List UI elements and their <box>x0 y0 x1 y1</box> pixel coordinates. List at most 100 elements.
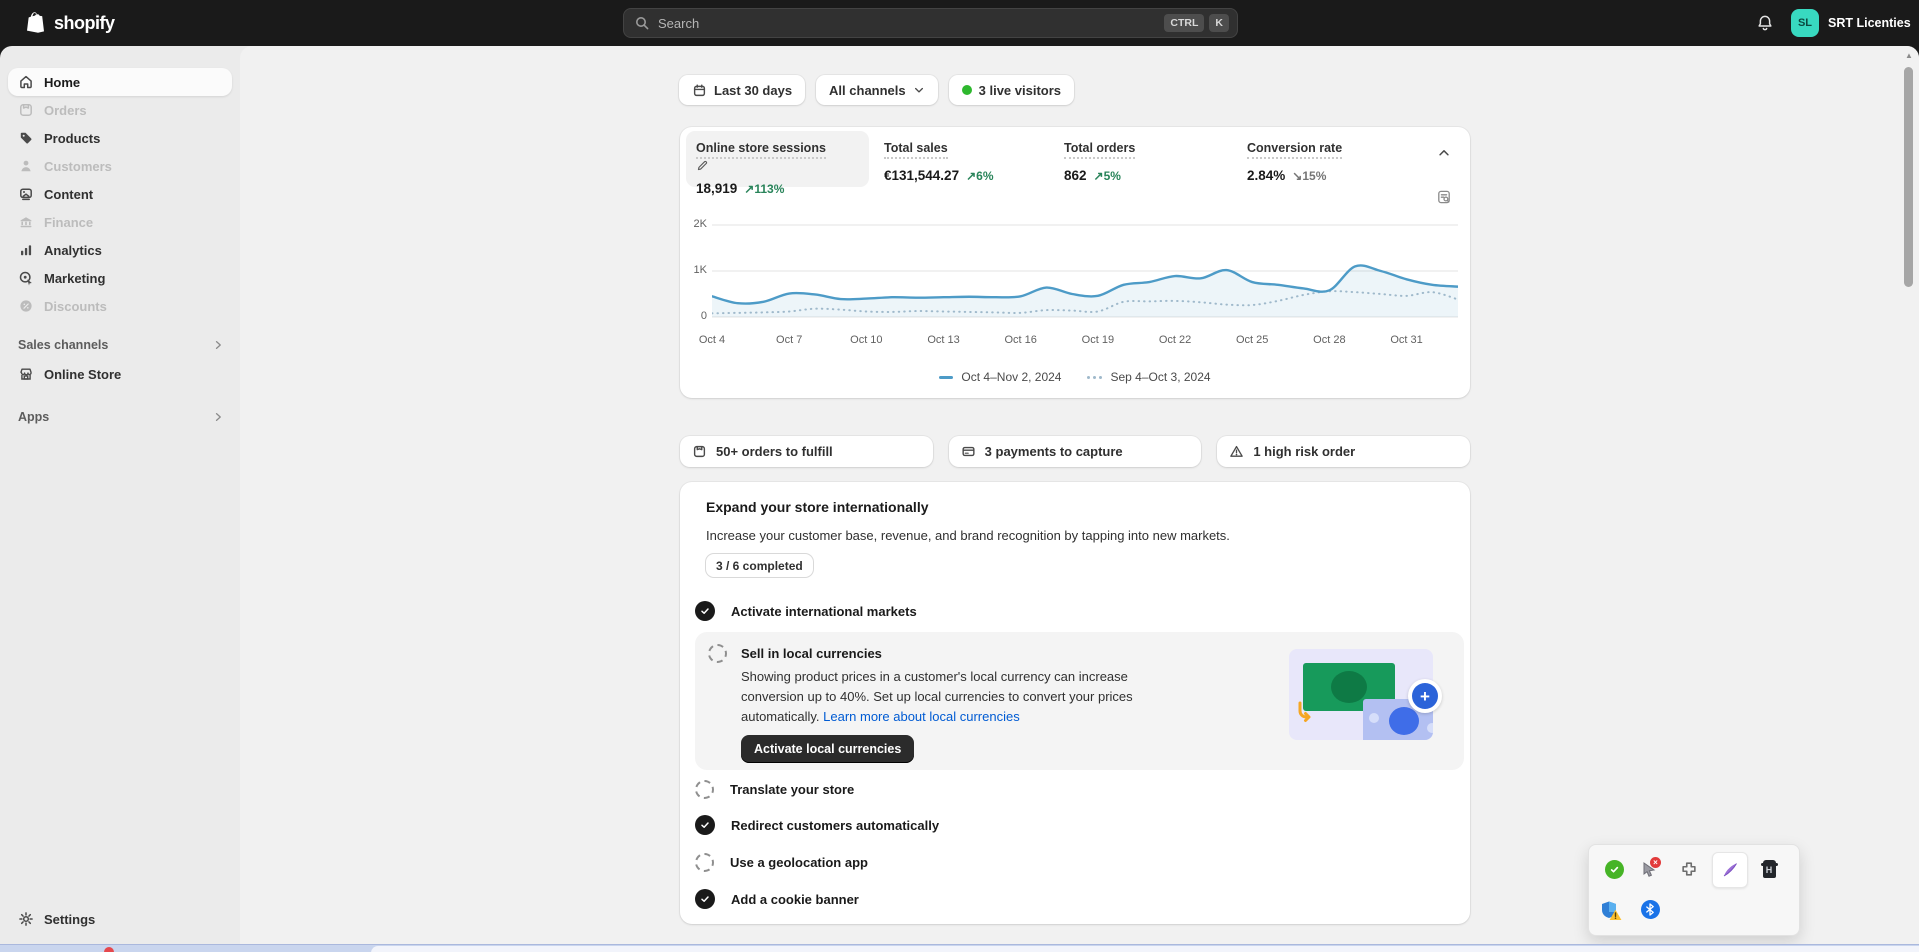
gear-icon <box>18 911 34 927</box>
task-use-geolocation-app[interactable]: Use a geolocation app <box>695 850 868 874</box>
stat-online-store-sessions[interactable]: Online store sessions 18,919↗113% <box>696 139 834 196</box>
task-redirect-customers[interactable]: Redirect customers automatically <box>695 813 939 837</box>
shopify-admin-window: shopify Search CTRL K SL SRT Licenties H… <box>0 0 1919 952</box>
sidebar-item-customers[interactable]: Customers <box>8 152 232 180</box>
sidebar-item-online-store[interactable]: Online Store <box>8 360 232 388</box>
task-add-cookie-banner[interactable]: Add a cookie banner <box>695 887 859 911</box>
delta-down: ↘15% <box>1292 169 1326 183</box>
channel-filter-button[interactable]: All channels <box>816 75 938 105</box>
live-visitors-button[interactable]: 3 live visitors <box>949 75 1074 105</box>
target-cursor-icon <box>18 270 34 286</box>
collapse-chart-button[interactable] <box>1432 141 1456 165</box>
learn-more-link[interactable]: Learn more about local currencies <box>823 709 1020 724</box>
payment-card-icon <box>961 444 976 459</box>
chevron-up-icon <box>1437 146 1451 160</box>
bluetooth-icon[interactable] <box>1639 898 1661 920</box>
chevron-right-icon <box>212 339 224 351</box>
orders-to-fulfill-button[interactable]: 50+ orders to fulfill <box>680 436 933 467</box>
activate-local-currencies-button[interactable]: Activate local currencies <box>741 735 914 763</box>
taskbar-red-dot <box>104 947 114 952</box>
notifications-button[interactable] <box>1753 11 1777 35</box>
stat-total-sales[interactable]: Total sales €131,544.27↗6% <box>884 139 993 183</box>
shopify-logo[interactable]: shopify <box>26 0 115 46</box>
task-activate-international-markets[interactable]: Activate international markets <box>695 599 917 623</box>
defender-warning-icon[interactable] <box>1598 898 1620 920</box>
sidebar-item-discounts[interactable]: Discounts <box>8 292 232 320</box>
stat-conversion-rate[interactable]: Conversion rate 2.84%↘15% <box>1247 139 1342 183</box>
image-icon <box>18 186 34 202</box>
delta-up: ↗113% <box>744 182 784 196</box>
account-menu[interactable]: SL SRT Licenties <box>1791 9 1911 37</box>
section-title: Expand your store internationally <box>706 499 929 515</box>
delta-up: ↗6% <box>966 169 993 183</box>
dashed-circle-icon[interactable] <box>708 644 727 663</box>
section-description: Increase your customer base, revenue, an… <box>706 528 1230 543</box>
warning-badge <box>1609 909 1622 921</box>
sidebar-item-analytics[interactable]: Analytics <box>8 236 232 264</box>
sidebar-item-label: Discounts <box>44 299 107 314</box>
bell-icon <box>1756 14 1774 32</box>
search-input[interactable]: Search CTRL K <box>623 8 1238 38</box>
search-placeholder: Search <box>658 16 1159 31</box>
dashboard-filters: Last 30 days All channels 3 live visitor… <box>679 75 1074 105</box>
live-visitors-dot <box>962 85 972 95</box>
chart-x-axis-labels: Oct 4Oct 7Oct 10Oct 13Oct 16Oct 19Oct 22… <box>712 334 1458 348</box>
edit-pencil-icon[interactable] <box>696 159 834 172</box>
sidebar-item-label: Analytics <box>44 243 102 258</box>
sidebar-item-label: Orders <box>44 103 87 118</box>
sidebar-item-products[interactable]: Products <box>8 124 232 152</box>
search-icon <box>634 15 650 31</box>
solid-line-swatch <box>939 376 953 379</box>
check-circle-icon <box>695 889 715 909</box>
taskbar-tab <box>371 946 1919 952</box>
dashed-circle-icon <box>695 780 714 799</box>
sidebar-item-settings[interactable]: Settings <box>8 905 232 933</box>
sidebar-item-marketing[interactable]: Marketing <box>8 264 232 292</box>
bar-chart-icon <box>18 242 34 258</box>
sidebar-item-finance[interactable]: Finance <box>8 208 232 236</box>
scrollbar-up-arrow[interactable]: ▲ <box>1903 50 1915 62</box>
payments-to-capture-button[interactable]: 3 payments to capture <box>949 436 1202 467</box>
sessions-line-chart <box>712 202 1458 327</box>
discount-badge-icon <box>18 298 34 314</box>
apps-header[interactable]: Apps <box>18 403 224 431</box>
sidebar-item-content[interactable]: Content <box>8 180 232 208</box>
high-risk-order-button[interactable]: 1 high risk order <box>1217 436 1470 467</box>
tower-h-icon[interactable]: H <box>1758 858 1780 880</box>
check-circle-icon <box>695 815 715 835</box>
sidebar-item-label: Customers <box>44 159 112 174</box>
calendar-icon <box>692 83 707 98</box>
stat-total-orders[interactable]: Total orders 862↗5% <box>1064 139 1135 183</box>
orders-box-icon <box>692 444 707 459</box>
error-badge: × <box>1650 857 1661 868</box>
check-circle-icon <box>695 601 715 621</box>
orders-icon <box>18 102 34 118</box>
sidebar-item-label: Content <box>44 187 93 202</box>
scrollbar-thumb[interactable] <box>1904 67 1913 287</box>
chevron-down-icon <box>913 84 925 96</box>
topbar: shopify Search CTRL K SL SRT Licenties <box>0 0 1919 46</box>
stylus-pen-icon[interactable] <box>1719 859 1741 881</box>
sidebar-item-home[interactable]: Home <box>8 68 232 96</box>
add-currency-button[interactable]: + <box>1408 679 1442 713</box>
task-translate-your-store[interactable]: Translate your store <box>695 777 854 801</box>
sidebar-item-orders[interactable]: Orders <box>8 96 232 124</box>
analytics-card: Online store sessions 18,919↗113% Total … <box>680 127 1470 398</box>
chevron-right-icon <box>212 411 224 423</box>
sales-channels-header[interactable]: Sales channels <box>18 331 224 359</box>
system-tray-popup: × H <box>1588 844 1800 936</box>
date-range-button[interactable]: Last 30 days <box>679 75 805 105</box>
sidebar-item-label: Marketing <box>44 271 105 286</box>
legend-current-period: Oct 4–Nov 2, 2024 <box>939 370 1061 384</box>
plus-outline-icon[interactable] <box>1678 858 1700 880</box>
task-sell-in-local-currencies: Sell in local currencies Showing product… <box>695 632 1464 770</box>
sidebar-item-label: Products <box>44 131 100 146</box>
cursor-blocked-icon[interactable]: × <box>1638 858 1660 880</box>
antivirus-check-icon[interactable] <box>1603 858 1625 880</box>
plus-icon: + <box>1412 683 1438 709</box>
main-panel: Last 30 days All channels 3 live visitor… <box>240 46 1919 944</box>
dashed-circle-icon <box>695 853 714 872</box>
sidebar-item-label: Finance <box>44 215 93 230</box>
taskbar-edge <box>0 944 1919 952</box>
legend-previous-period: Sep 4–Oct 3, 2024 <box>1087 370 1210 384</box>
